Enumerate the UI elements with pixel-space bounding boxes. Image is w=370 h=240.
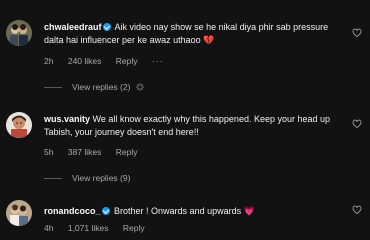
likes-count[interactable]: 1,071 likes [68, 223, 109, 233]
comment-text: Brother ! Onwards and upwards [114, 206, 242, 216]
comment-time: 4h [44, 223, 54, 233]
avatar[interactable] [6, 200, 32, 226]
comment-time: 2h [44, 56, 54, 66]
avatar[interactable] [6, 20, 32, 46]
avatar[interactable] [6, 112, 32, 138]
heart-outline-icon[interactable] [352, 119, 362, 129]
view-replies-label: View replies (9) [72, 173, 131, 183]
loading-spinner-icon [136, 83, 145, 91]
reply-button[interactable]: Reply [123, 223, 145, 233]
view-replies-button[interactable]: View replies (2) [44, 82, 145, 92]
comment-username[interactable]: wus.vanity [44, 114, 90, 124]
divider-line [44, 86, 62, 88]
heart-outline-icon[interactable] [352, 28, 362, 38]
likes-count[interactable]: 387 likes [68, 147, 102, 157]
heart-outline-icon[interactable] [352, 205, 362, 215]
comment-username[interactable]: ronandcoco_ [44, 206, 101, 216]
divider-line [44, 177, 62, 179]
verified-badge-icon [101, 207, 110, 215]
verified-badge-icon [102, 23, 111, 31]
comment-emoji: 💔 [203, 34, 215, 45]
reply-button[interactable]: Reply [116, 147, 138, 157]
comment-emoji: 💗 [243, 206, 255, 216]
reply-button[interactable]: Reply [116, 56, 138, 66]
view-replies-button[interactable]: View replies (9) [44, 173, 130, 183]
view-replies-label: View replies (2) [72, 82, 131, 92]
comment-time: 5h [44, 147, 54, 157]
comment-username[interactable]: chwaleedrauf [44, 22, 102, 32]
more-options-button[interactable]: ··· [152, 56, 164, 66]
likes-count[interactable]: 240 likes [68, 56, 102, 66]
